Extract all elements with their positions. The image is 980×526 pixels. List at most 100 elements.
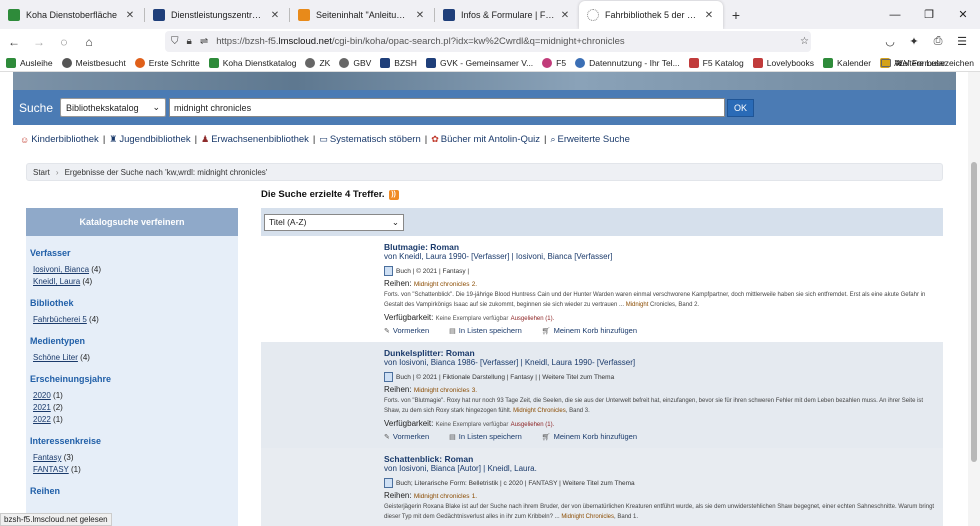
result-description: Forts. von "Blutmagie". Roxy hat nur noc… xyxy=(384,398,924,414)
facet-link[interactable]: 2020 xyxy=(33,391,51,400)
link-kinderbibliothek[interactable]: ☺ Kinderbibliothek xyxy=(20,134,99,145)
tab-infos-formulare[interactable]: Infos & Formulare | Fahrbücher ✕ xyxy=(435,1,579,29)
menu-icon[interactable]: ☰ xyxy=(950,35,974,48)
permissions-icon[interactable]: ⇌ xyxy=(200,36,208,47)
bookmark-f5[interactable]: F5 xyxy=(542,57,566,68)
close-icon[interactable]: ✕ xyxy=(414,10,426,21)
back-arrow-icon[interactable]: ← xyxy=(3,31,25,53)
link-jugendbibliothek[interactable]: ♜ Jugendbibliothek xyxy=(109,134,190,145)
reserve-button[interactable]: ✎ Vormerken xyxy=(384,326,439,335)
facet-link[interactable]: FANTASY xyxy=(33,465,69,474)
series-link[interactable]: Midnight chronicles xyxy=(414,493,470,500)
result-author[interactable]: von Iosivoni, Bianca [Autor] | Kneidl, L… xyxy=(384,464,537,473)
window-controls: — ❐ ✕ xyxy=(878,0,980,29)
other-bookmarks[interactable]: Weitere Lesezeichen xyxy=(880,54,974,72)
scrollbar-thumb[interactable] xyxy=(971,162,977,462)
restore-icon[interactable]: ❐ xyxy=(912,0,946,29)
loading-spinner-icon: ◌ xyxy=(60,34,68,49)
link-erweiterte-suche[interactable]: ⌕ Erweiterte Suche xyxy=(550,134,629,145)
star-bookmark-icon[interactable]: ☆ xyxy=(800,36,809,47)
new-tab-button[interactable]: + xyxy=(723,1,749,29)
tab-title: Seiteninhalt "Anleitung zum Re xyxy=(316,10,410,20)
facet-link[interactable]: Fahrbücherei 5 xyxy=(33,315,87,324)
bookmark-lovelybooks[interactable]: Lovelybooks xyxy=(752,57,814,68)
bookmark-zk[interactable]: ZK xyxy=(305,57,330,68)
bookmark-erste-schritte[interactable]: Erste Schritte xyxy=(134,57,200,68)
list-icon: ▤ xyxy=(449,433,456,441)
header-banner xyxy=(13,72,956,90)
facet-item: 2021 (2) xyxy=(33,403,63,412)
result-series: Reihen: Midnight chronicles 1. xyxy=(384,491,478,500)
add-to-cart-button[interactable]: 🛒︎ Meinem Korb hinzufügen xyxy=(542,326,647,335)
link-antolin-quiz[interactable]: ✿ Bücher mit Antolin-Quiz xyxy=(431,134,540,145)
bookmark-gbv[interactable]: GBV xyxy=(339,57,371,68)
extension-icon[interactable]: ✦ xyxy=(902,35,926,48)
facet-link[interactable]: Iosivoni, Bianca xyxy=(33,265,89,274)
close-window-icon[interactable]: ✕ xyxy=(946,0,980,29)
bookmark-favicon-icon xyxy=(823,57,834,68)
book-icon xyxy=(384,478,393,488)
sort-select[interactable]: Titel (A-Z) ⌄ xyxy=(264,213,404,231)
add-to-cart-button[interactable]: 🛒︎ Meinem Korb hinzufügen xyxy=(542,432,647,441)
facet-link[interactable]: Fantasy xyxy=(33,453,61,462)
globe-icon xyxy=(339,57,350,68)
facet-link[interactable]: 2022 xyxy=(33,415,51,424)
folder-icon: ▭ xyxy=(319,134,328,144)
bookmark-koha-dienstkatalog[interactable]: Koha Dienstkatalog xyxy=(208,57,296,68)
series-link[interactable]: Midnight chronicles xyxy=(414,387,470,394)
minimize-icon[interactable]: — xyxy=(878,0,912,29)
facet-title: Interessenkreise xyxy=(30,436,102,446)
page-scrollbar[interactable] xyxy=(968,72,980,526)
facet-link[interactable]: Schöne Liter xyxy=(33,353,78,362)
series-link[interactable]: Midnight chronicles xyxy=(414,281,470,288)
bookmark-f5-katalog[interactable]: F5 Katalog xyxy=(688,57,744,68)
result-title[interactable]: Blutmagie: Roman xyxy=(384,242,459,252)
page-content: Suche Bibliothekskatalog ⌄ midnight chron… xyxy=(0,72,968,526)
breadcrumb-home[interactable]: Start xyxy=(33,168,50,177)
adult-icon: ♟ xyxy=(201,134,210,144)
search-input[interactable]: midnight chronicles xyxy=(169,98,726,117)
reserve-button[interactable]: ✎ Vormerken xyxy=(384,432,439,441)
bookmark-kalender[interactable]: Kalender xyxy=(823,57,871,68)
tab-seiteninhalt[interactable]: Seiteninhalt "Anleitung zum Re ✕ xyxy=(290,1,434,29)
rss-icon[interactable]: )) xyxy=(388,189,399,200)
tab-koha-staff[interactable]: Koha Dienstoberfläche ✕ xyxy=(0,1,144,29)
result-author[interactable]: von Kneidl, Laura 1990- [Verfasser] | Io… xyxy=(384,252,612,261)
home-icon[interactable]: ⌂ xyxy=(78,31,100,53)
link-systematisch-stoebern[interactable]: ▭ Systematisch stöbern xyxy=(319,134,420,145)
pocket-icon[interactable]: ◡ xyxy=(878,35,902,48)
close-icon[interactable]: ✕ xyxy=(269,10,281,21)
print-icon[interactable]: ⎙ xyxy=(926,35,950,48)
tab-dienstleistungszentrum[interactable]: Dienstleistungszentrum der Bü ✕ xyxy=(145,1,289,29)
bookmark-meistbesucht[interactable]: Meistbesucht xyxy=(61,57,126,68)
result-title[interactable]: Dunkelsplitter: Roman xyxy=(384,348,475,358)
result-author[interactable]: von Iosivoni, Bianca 1986- [Verfasser] |… xyxy=(384,358,635,367)
facet-link[interactable]: 2021 xyxy=(33,403,51,412)
chevron-right-icon: › xyxy=(55,167,59,177)
result-title[interactable]: Schattenblick: Roman xyxy=(384,454,473,464)
bookmarks-toolbar: Ausleihe Meistbesucht Erste Schritte Koh… xyxy=(0,54,980,72)
link-erwachsenenbibliothek[interactable]: ♟ Erwachsenenbibliothek xyxy=(201,134,309,145)
close-icon[interactable]: ✕ xyxy=(703,10,715,21)
search-ok-button[interactable]: OK xyxy=(727,98,755,117)
result-description: Forts. von "Schattenblick". Die 19-jähri… xyxy=(384,292,926,308)
bookmark-bzsh[interactable]: BZSH xyxy=(380,57,417,68)
search-scope-select[interactable]: Bibliothekskatalog ⌄ xyxy=(60,98,167,117)
address-bar[interactable]: ⛉ 🔒︎ ⇌ https://bzsh-f5.lmscloud.net/cgi-… xyxy=(165,31,811,52)
forward-arrow-icon[interactable]: → xyxy=(28,31,50,53)
url-text[interactable]: https://bzsh-f5.lmscloud.net/cgi-bin/koh… xyxy=(216,36,624,47)
bookmark-favicon-icon xyxy=(425,57,436,68)
close-icon[interactable]: ✕ xyxy=(124,10,136,21)
save-to-list-button[interactable]: ▤ In Listen speichern xyxy=(449,432,532,441)
close-icon[interactable]: ✕ xyxy=(559,10,571,21)
save-to-list-button[interactable]: ▤ In Listen speichern xyxy=(449,326,532,335)
tab-fahrbibliothek-active[interactable]: Fahrbibliothek 5 der Büchereize ✕ xyxy=(579,1,723,29)
book-icon xyxy=(384,372,393,382)
shield-icon[interactable]: ⛉ xyxy=(171,36,179,47)
lock-icon[interactable]: 🔒︎ xyxy=(187,36,192,47)
bookmark-gvk[interactable]: GVK - Gemeinsamer V... xyxy=(425,57,533,68)
bookmark-ausleihe[interactable]: Ausleihe xyxy=(6,57,53,68)
facet-title: Verfasser xyxy=(30,248,71,258)
bookmark-datennutzung[interactable]: Datennutzung - Ihr Tel... xyxy=(575,57,680,68)
facet-link[interactable]: Kneidl, Laura xyxy=(33,277,80,286)
